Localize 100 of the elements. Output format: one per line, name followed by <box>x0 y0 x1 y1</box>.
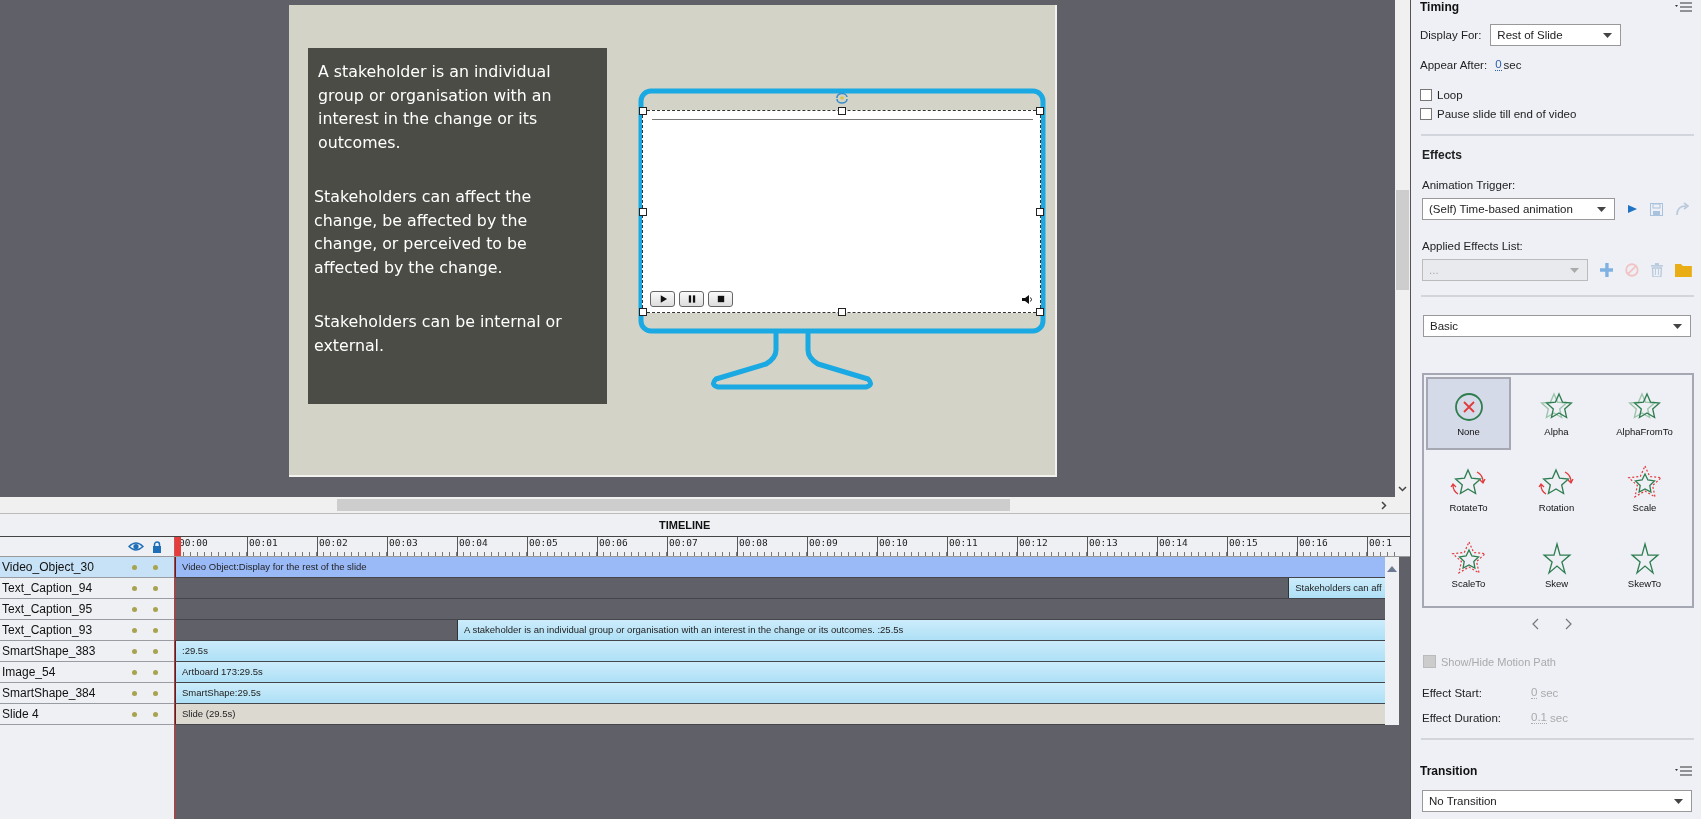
vertical-scrollbar[interactable] <box>1395 0 1410 497</box>
chevron-down-icon[interactable] <box>1398 486 1407 492</box>
chevron-right-icon[interactable] <box>1565 618 1572 630</box>
dropdown-arrow-icon <box>1597 206 1606 212</box>
panel-menu-icon[interactable] <box>1675 765 1692 777</box>
effect-tile[interactable]: Rotation <box>1514 452 1599 526</box>
layer-row[interactable]: Text_Caption_95 <box>0 599 174 620</box>
timeline-bar[interactable]: Stakeholders can aff <box>1288 578 1385 598</box>
selection-handle[interactable] <box>837 308 846 316</box>
scroll-up-icon[interactable] <box>1387 565 1397 572</box>
plus-icon[interactable] <box>1599 263 1614 277</box>
dropdown[interactable]: Basic <box>1423 315 1691 337</box>
selection-handle[interactable] <box>1036 107 1044 115</box>
visibility-dot[interactable] <box>132 564 137 570</box>
selection-handle[interactable] <box>837 107 846 115</box>
layer-name: SmartShape_384 <box>2 686 97 700</box>
redo-icon[interactable] <box>1675 202 1689 216</box>
tick-label: 00:12 <box>1017 537 1087 556</box>
effect-tile[interactable]: AlphaFromTo <box>1602 377 1687 450</box>
layer-row[interactable]: Text_Caption_93 <box>0 620 174 641</box>
layer-row[interactable]: Video_Object_30 <box>0 557 174 578</box>
effect-tile[interactable]: RotateTo <box>1426 452 1511 526</box>
tick-label: 00:13 <box>1087 537 1157 556</box>
visibility-dot[interactable] <box>132 606 137 612</box>
number-field[interactable]: 0 <box>1495 58 1502 71</box>
no-entry-icon[interactable] <box>1625 263 1640 277</box>
folder-icon[interactable] <box>1675 263 1692 277</box>
visibility-dot[interactable] <box>132 627 137 633</box>
visibility-dot[interactable] <box>132 669 137 675</box>
checkbox[interactable]: Loop <box>1420 89 1692 101</box>
tick-label: 00:05 <box>527 537 597 556</box>
dropdown[interactable]: (Self) Time-based animation <box>1422 198 1615 220</box>
effect-tile[interactable]: None <box>1426 377 1511 450</box>
rotate-handle-icon[interactable] <box>835 92 849 104</box>
visibility-dot[interactable] <box>132 711 137 717</box>
section-title: Transition <box>1420 764 1478 778</box>
scroll-thumb[interactable] <box>1396 190 1409 290</box>
visibility-dot[interactable] <box>132 690 137 696</box>
play-icon[interactable] <box>1627 204 1638 214</box>
pause-button[interactable] <box>679 291 704 307</box>
lock-dot[interactable] <box>153 606 158 612</box>
section-title: Timing <box>1420 0 1460 14</box>
timeline-bar[interactable]: :29.5s <box>175 641 1385 661</box>
effect-tile[interactable]: Skew <box>1514 528 1599 601</box>
field-label: Effect Duration: <box>1422 711 1503 724</box>
effect-tile[interactable]: Scale <box>1602 452 1687 526</box>
lock-dot[interactable] <box>153 627 158 633</box>
lock-icon[interactable] <box>152 540 162 553</box>
effect-tile[interactable]: ScaleTo <box>1426 528 1511 601</box>
lock-dot[interactable] <box>153 564 158 570</box>
save-icon[interactable] <box>1650 202 1663 216</box>
lock-dot[interactable] <box>153 669 158 675</box>
dropdown[interactable]: No Transition <box>1422 790 1692 812</box>
lock-dot[interactable] <box>153 711 158 717</box>
horizontal-scrollbar[interactable] <box>0 497 1410 513</box>
panel-title: TIMELINE <box>0 513 1410 537</box>
layer-row[interactable]: Image_54 <box>0 662 174 683</box>
selection-handle[interactable] <box>639 107 647 115</box>
checkbox[interactable]: Pause slide till end of video <box>1420 108 1692 120</box>
field-label: Effect Start: <box>1422 686 1483 699</box>
tick-label: 00:09 <box>807 537 877 556</box>
layer-row[interactable]: SmartShape_383 <box>0 641 174 662</box>
stop-button[interactable] <box>708 291 733 307</box>
tick-label: 00:15 <box>1227 537 1297 556</box>
dropdown[interactable]: Rest of Slide <box>1490 24 1622 46</box>
visibility-dot[interactable] <box>132 585 137 591</box>
layer-name: Text_Caption_93 <box>2 623 94 637</box>
section-title: Effects <box>1421 148 1463 162</box>
lock-dot[interactable] <box>153 690 158 696</box>
pause-icon <box>686 294 697 304</box>
timeline-bar[interactable]: Video Object:Display for the rest of the slide <box>175 557 1385 577</box>
layer-row[interactable]: SmartShape_384 <box>0 683 174 704</box>
lock-dot[interactable] <box>153 585 158 591</box>
selection-handle[interactable] <box>1036 207 1044 216</box>
selection-handle[interactable] <box>639 308 647 316</box>
trash-icon[interactable] <box>1651 263 1664 277</box>
selection-handle[interactable] <box>639 207 647 216</box>
timeline-bar[interactable]: Artboard 173:29.5s <box>175 662 1385 682</box>
effect-tile[interactable]: Alpha <box>1514 377 1599 450</box>
tick-label: 00:16 <box>1297 537 1367 556</box>
chevron-left-icon[interactable] <box>1532 618 1539 630</box>
unit-label: sec <box>1540 686 1559 699</box>
panel-menu-icon[interactable] <box>1675 1 1692 13</box>
unit-label: sec <box>1503 58 1522 71</box>
speaker-icon[interactable] <box>1021 293 1033 305</box>
timeline-bar[interactable]: SmartShape:29.5s <box>175 683 1385 703</box>
lock-dot[interactable] <box>153 648 158 654</box>
chevron-right-icon[interactable] <box>1381 501 1387 510</box>
layer-name: SmartShape_383 <box>2 644 97 658</box>
eye-icon[interactable] <box>128 541 144 552</box>
visibility-dot[interactable] <box>132 648 137 654</box>
tick-label: 00:04 <box>457 537 527 556</box>
layer-row[interactable]: Slide 4 <box>0 704 174 725</box>
timeline-bar[interactable]: Slide (29.5s) <box>175 704 1385 724</box>
selection-handle[interactable] <box>1036 308 1044 316</box>
play-button[interactable] <box>650 291 675 307</box>
layer-row[interactable]: Text_Caption_94 <box>0 578 174 599</box>
timeline-bar[interactable]: A stakeholder is an individual group or organisation with an interest in the change or its outcomes. :25.5s <box>456 620 1385 640</box>
effect-tile[interactable]: SkewTo <box>1602 528 1687 601</box>
scroll-thumb[interactable] <box>337 499 1010 511</box>
